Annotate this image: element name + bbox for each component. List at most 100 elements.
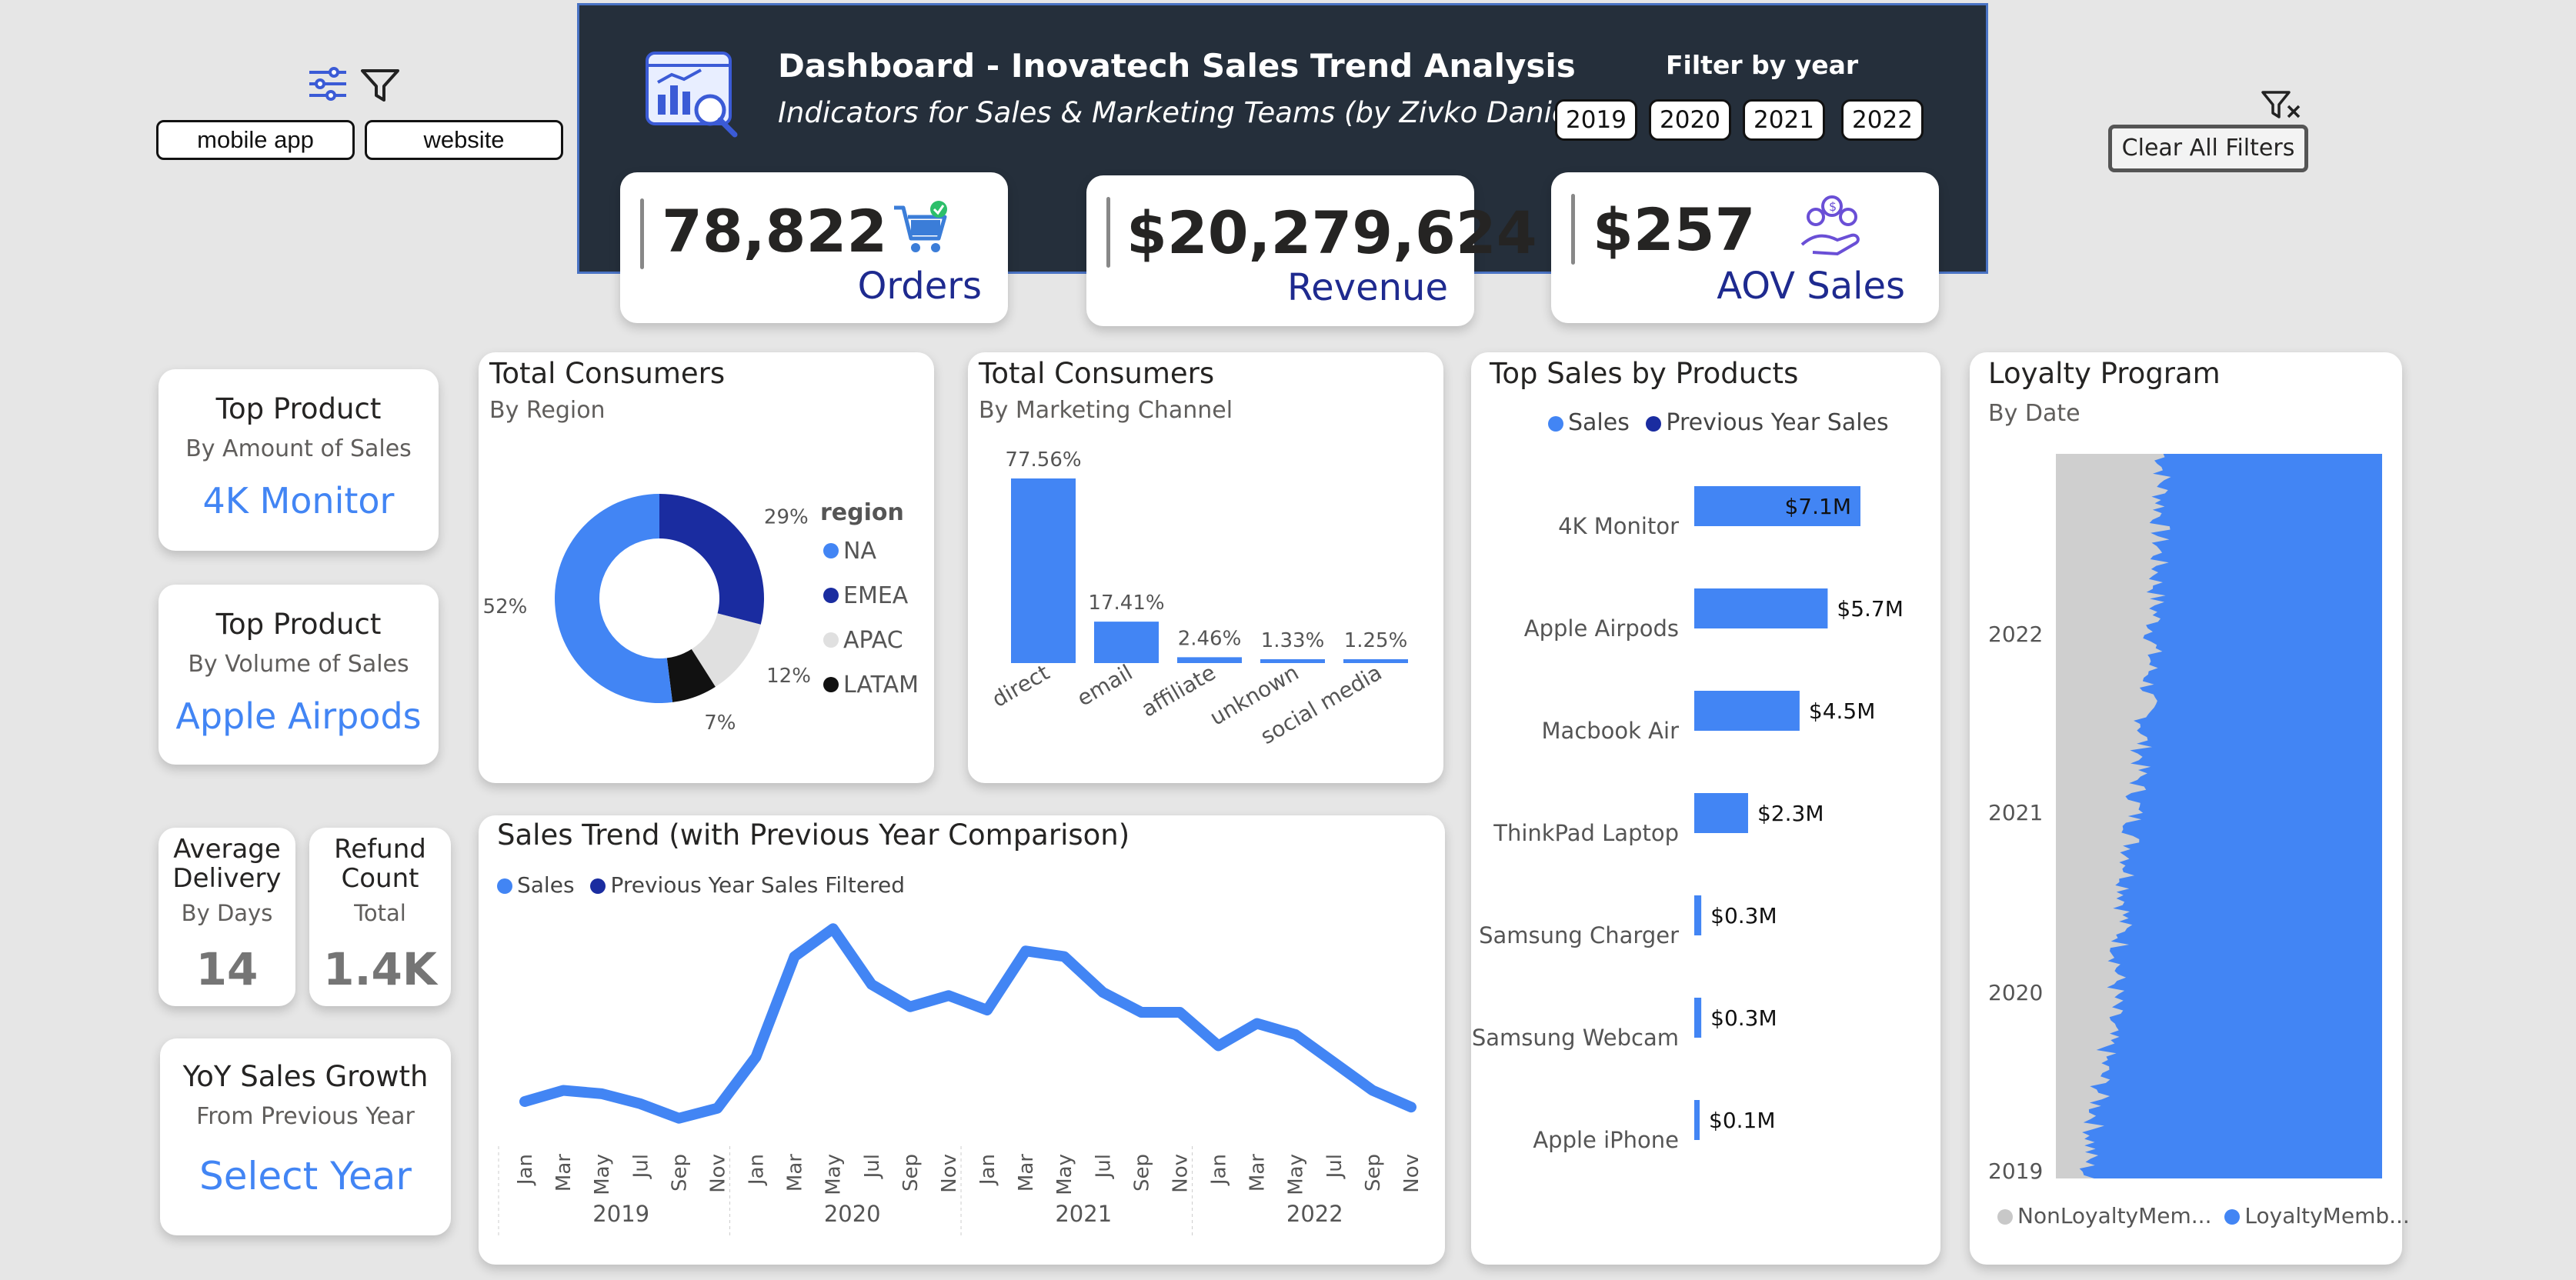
bar-affiliate xyxy=(1177,657,1242,663)
x-tick-label: May xyxy=(823,1154,846,1195)
bar-data-label: 1.33% xyxy=(1261,629,1325,652)
y-tick-label: 2022 xyxy=(1988,622,2043,647)
channel-website-button[interactable]: website xyxy=(365,120,563,160)
refund-count-value: 1.4K xyxy=(323,943,437,995)
legend-label: LoyaltyMemb... xyxy=(2244,1203,2410,1228)
loyalty-program-card: Loyalty Program By Date 2022 2021 2020 2019… xyxy=(1970,352,2410,1265)
card-title: YoY Sales Growth xyxy=(182,1060,429,1093)
bar-data-label: $0.3M xyxy=(1710,1005,1777,1031)
legend-dot-apac xyxy=(823,632,839,648)
x-year-label: 2022 xyxy=(1286,1201,1343,1227)
clear-filter-icon[interactable] xyxy=(2261,89,2301,122)
revenue-value: $20,279,624 xyxy=(1126,198,1537,267)
x-tick-label: Jul xyxy=(1323,1154,1346,1179)
y-tick-label: Apple Airpods xyxy=(1524,615,1679,642)
year-2022-button[interactable]: 2022 xyxy=(1841,99,1924,141)
legend-label: LATAM xyxy=(843,672,919,698)
clear-all-filters-button[interactable]: Clear All Filters xyxy=(2108,125,2308,172)
bar-email xyxy=(1094,622,1159,663)
bar-data-label: $7.1M xyxy=(1784,494,1851,519)
x-tick-label: Nov xyxy=(1169,1154,1192,1193)
kpi-accent-bar xyxy=(640,198,644,269)
sales-line xyxy=(519,923,1416,1124)
x-tick-label: Jan xyxy=(1208,1154,1231,1186)
product-bar xyxy=(1694,1100,1700,1140)
year-2020-button[interactable]: 2020 xyxy=(1649,99,1731,141)
legend-label: APAC xyxy=(843,627,903,654)
sales-trend-card: Sales Trend (with Previous Year Comparis… xyxy=(479,815,1445,1265)
year-2021-button[interactable]: 2021 xyxy=(1743,99,1825,141)
bar-data-label: 1.25% xyxy=(1344,629,1408,652)
bar-unknown xyxy=(1260,659,1325,663)
x-tick-label: Jul xyxy=(861,1154,884,1179)
average-delivery-card: Average Delivery By Days 14 xyxy=(158,828,295,1006)
y-tick-label: ThinkPad Laptop xyxy=(1493,820,1679,846)
bar-data-label: $4.5M xyxy=(1809,698,1876,724)
orders-kpi-card: 78,822 Orders xyxy=(620,172,1008,323)
card-title-line1: Average xyxy=(173,834,281,865)
top-product-volume-card: Top Product By Volume of Sales Apple Air… xyxy=(158,585,439,765)
bar-data-label: $0.3M xyxy=(1710,903,1777,928)
settings-sliders-icon[interactable] xyxy=(308,66,348,102)
product-bar xyxy=(1694,793,1748,833)
legend-label: EMEA xyxy=(843,582,909,609)
year-2019-button[interactable]: 2019 xyxy=(1555,99,1637,141)
average-delivery-value: 14 xyxy=(195,943,259,995)
consumers-by-channel-card: Total Consumers By Marketing Channel 77.… xyxy=(968,352,1443,783)
yoy-value: Select Year xyxy=(199,1154,412,1198)
x-tick-label: Mar xyxy=(552,1154,576,1192)
x-tick-label: Mar xyxy=(1246,1154,1270,1192)
legend-label: NA xyxy=(843,538,876,565)
y-tick-label: Samsung Charger xyxy=(1479,922,1679,948)
x-tick-label: Jan xyxy=(514,1154,537,1186)
x-tick-label: Jan xyxy=(746,1154,769,1186)
card-subtitle: From Previous Year xyxy=(196,1103,415,1130)
x-tick-label: Jul xyxy=(1092,1154,1115,1179)
top-product-amount-card: Top Product By Amount of Sales 4K Monito… xyxy=(158,369,439,551)
filter-icon[interactable] xyxy=(360,68,400,103)
x-tick-label: Sep xyxy=(1130,1154,1153,1192)
y-tick-label: 4K Monitor xyxy=(1558,513,1679,539)
bar-data-label: $2.3M xyxy=(1757,801,1824,826)
card-subtitle: By Amount of Sales xyxy=(185,435,412,462)
bar-social-media xyxy=(1343,659,1408,663)
donut-data-label: 12% xyxy=(766,665,811,688)
legend-label: NonLoyaltyMem... xyxy=(2017,1203,2212,1228)
orders-label: Orders xyxy=(857,265,982,308)
top-sales-products-card: Top Sales by Products Sales Previous Yea… xyxy=(1471,352,1940,1265)
svg-text:$: $ xyxy=(1829,199,1837,214)
y-tick-label: 2021 xyxy=(1988,800,2043,825)
legend-dot-latam xyxy=(823,677,839,692)
legend-dot-emea xyxy=(823,588,839,603)
donut-slice-emea xyxy=(659,494,764,625)
card-title-line2: Delivery xyxy=(172,863,282,894)
consumers-by-region-card: Total Consumers By Region 29% 12% 7% 52% reg… xyxy=(479,352,934,783)
x-tick-label: direct xyxy=(988,659,1054,712)
y-tick-label: 2019 xyxy=(1988,1158,2043,1184)
dashboard-title: Dashboard - Inovatech Sales Trend Analys… xyxy=(778,47,1576,85)
channel-mobile-app-button[interactable]: mobile app xyxy=(156,120,355,160)
top-product-amount-value: 4K Monitor xyxy=(202,480,395,522)
donut-slice-na xyxy=(555,494,673,703)
product-bar xyxy=(1694,691,1800,731)
x-tick-label: Jan xyxy=(976,1154,999,1186)
chart-legend: NonLoyaltyMem... LoyaltyMemb... xyxy=(1997,1203,2410,1228)
shopping-cart-icon xyxy=(891,200,953,257)
dashboard-analytics-icon xyxy=(644,48,742,141)
bar-direct xyxy=(1011,478,1076,663)
revenue-label: Revenue xyxy=(1286,266,1448,309)
card-title-line2: Count xyxy=(341,863,419,894)
card-subtitle: Total xyxy=(354,900,406,926)
x-tick-label: May xyxy=(591,1154,614,1195)
x-tick-label: Jul xyxy=(629,1154,652,1179)
x-tick-label: Mar xyxy=(1015,1154,1038,1192)
filter-by-year-label: Filter by year xyxy=(1666,50,1859,80)
revenue-kpi-card: $20,279,624 Revenue xyxy=(1086,175,1537,326)
dashboard-subtitle: Indicators for Sales & Marketing Teams (… xyxy=(778,96,1603,129)
aov-label: AOV Sales xyxy=(1717,265,1905,308)
x-tick-label: Nov xyxy=(1400,1154,1423,1193)
y-tick-label: 2020 xyxy=(1988,980,2043,1005)
y-tick-label: Macbook Air xyxy=(1542,718,1680,744)
bar-data-label: $0.1M xyxy=(1709,1108,1776,1133)
card-subtitle: By Days xyxy=(181,900,273,926)
